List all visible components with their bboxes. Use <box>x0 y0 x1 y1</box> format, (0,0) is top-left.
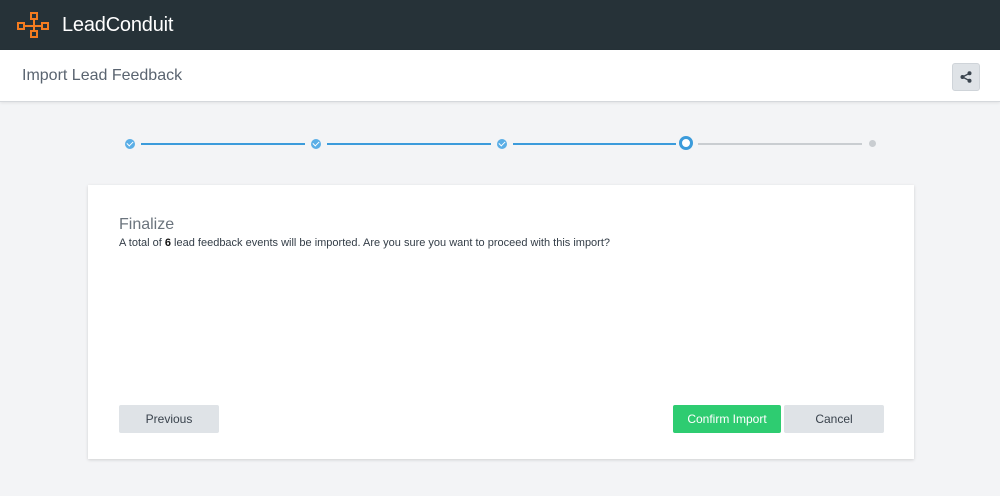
step-connector <box>141 143 305 145</box>
step-4-current-icon <box>679 136 693 150</box>
step-connector <box>513 143 676 145</box>
step-2-complete-icon <box>311 139 321 149</box>
step-3-complete-icon <box>497 139 507 149</box>
page-header: Import Lead Feedback <box>0 50 1000 102</box>
message-suffix: lead feedback events will be imported. A… <box>171 237 611 249</box>
top-navbar: LeadConduit <box>0 0 1000 50</box>
step-5-upcoming-icon <box>869 140 876 147</box>
message-prefix: A total of <box>119 237 165 249</box>
step-1-complete-icon <box>125 139 135 149</box>
finalize-card: Finalize A total of 6 lead feedback even… <box>88 185 914 459</box>
share-icon <box>960 71 972 83</box>
progress-stepper <box>0 134 1000 154</box>
step-connector <box>698 143 862 145</box>
card-title: Finalize <box>119 216 175 233</box>
import-summary-message: A total of 6 lead feedback events will b… <box>119 237 610 249</box>
previous-button[interactable]: Previous <box>119 405 219 433</box>
brand-name[interactable]: LeadConduit <box>62 14 173 37</box>
page-title: Import Lead Feedback <box>22 67 183 84</box>
cancel-button[interactable]: Cancel <box>784 405 884 433</box>
step-connector <box>327 143 491 145</box>
confirm-import-button[interactable]: Confirm Import <box>673 405 781 433</box>
network-nodes-icon[interactable] <box>16 11 50 39</box>
share-button[interactable] <box>952 63 980 91</box>
